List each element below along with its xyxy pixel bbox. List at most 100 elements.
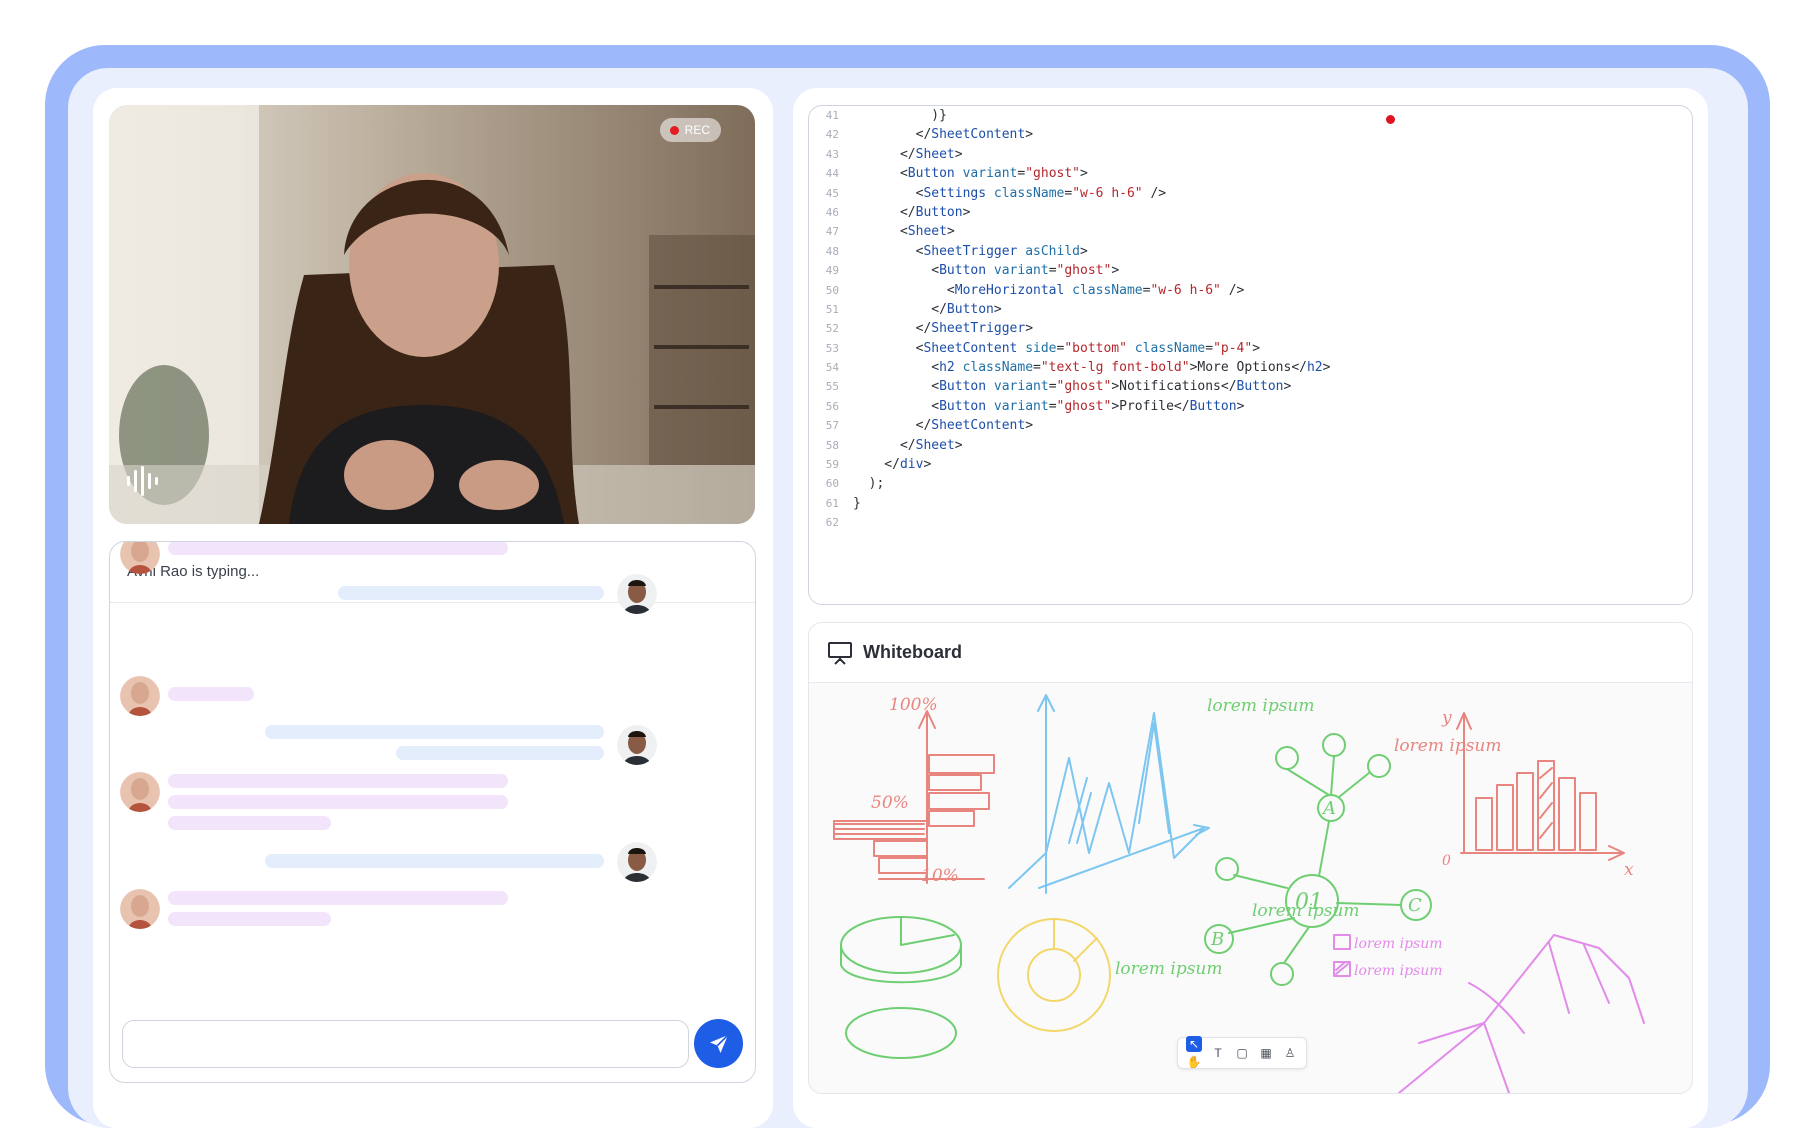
code-token: > <box>1025 127 1034 143</box>
code-token: variant <box>954 166 1018 182</box>
code-token: </ <box>853 146 916 162</box>
code-token: > <box>923 457 932 473</box>
code-line: 56 <Button variant="ghost">Profile</Butt… <box>809 397 1330 416</box>
table-tool-icon[interactable]: ▦ <box>1258 1045 1274 1061</box>
line-number: 45 <box>825 186 839 200</box>
code-token: > <box>1025 418 1034 434</box>
select-tool-group: ↖ ✋ <box>1186 1036 1202 1070</box>
code-line: 41 )} <box>809 106 1330 125</box>
recording-badge: REC <box>659 118 721 142</box>
legend-item-1: lorem ipsum <box>1354 936 1443 952</box>
code-editor[interactable]: 41 )} 42 </SheetContent> 43 </Sheet> 44 <Bu… <box>808 105 1693 605</box>
code-token: SheetContent <box>931 418 1026 434</box>
line-number: 62 <box>825 516 839 530</box>
code-token: variant <box>986 398 1049 414</box>
code-token: >Profile</ <box>1111 398 1190 414</box>
text-tool-icon[interactable]: T <box>1210 1045 1226 1061</box>
code-token: > <box>962 204 971 220</box>
code-token: className <box>1064 282 1143 298</box>
code-token: "ghost" <box>1056 398 1112 414</box>
code-token: < <box>853 360 940 376</box>
code-token: /> <box>1142 185 1167 201</box>
code-token: >Notifications</ <box>1111 379 1237 395</box>
message-bubble-placeholder <box>168 542 508 555</box>
code-token: SheetContent <box>923 340 1018 356</box>
code-token: > <box>954 437 963 453</box>
code-line: 59 </div> <box>809 455 1330 474</box>
whiteboard-header: Whiteboard <box>809 623 1692 683</box>
code-token: < <box>853 398 940 414</box>
code-token: = <box>1064 185 1073 201</box>
avatar-female <box>120 676 160 716</box>
send-button[interactable] <box>694 1019 743 1068</box>
cursor-indicator-dot <box>1386 115 1395 124</box>
code-token: "w-6 h-6" <box>1150 282 1221 298</box>
message-input[interactable] <box>122 1020 689 1068</box>
audio-wave-icon[interactable] <box>127 466 158 496</box>
message-bubble-placeholder <box>168 912 331 926</box>
code-token: "ghost" <box>1056 379 1112 395</box>
code-token: > <box>993 301 1002 317</box>
message-bubble-placeholder <box>338 586 604 600</box>
code-token: } <box>853 495 861 511</box>
code-token: < <box>853 282 955 298</box>
line-number: 54 <box>825 361 839 375</box>
code-token: = <box>1048 379 1057 395</box>
whiteboard-canvas[interactable]: 100% 50% 10% lorem ipsum lorem ipsum lor… <box>809 683 1692 1093</box>
hand-tool-icon[interactable]: ✋ <box>1186 1054 1202 1070</box>
code-token: < <box>853 263 940 279</box>
code-token: "ghost" <box>1025 166 1081 182</box>
line-number: 60 <box>825 477 839 491</box>
code-token: Button <box>939 379 987 395</box>
code-line: 48 <SheetTrigger asChild> <box>809 242 1330 261</box>
whiteboard-panel: Whiteboard 100% 50% 10% lorem ipsum lore… <box>808 622 1693 1094</box>
code-token: MoreHorizontal <box>954 282 1065 298</box>
line-number: 43 <box>825 147 839 161</box>
code-token: /> <box>1220 282 1245 298</box>
code-token: className <box>986 185 1065 201</box>
send-icon <box>709 1033 729 1053</box>
code-token: >More Options</ <box>1189 360 1307 376</box>
label-100-percent: 100% <box>889 695 938 715</box>
code-token: </ <box>853 437 916 453</box>
video-feed[interactable]: REC <box>109 105 755 524</box>
code-token: Sheet <box>915 146 955 162</box>
line-number: 49 <box>825 264 839 278</box>
axis-origin-label: 0 <box>1442 853 1451 869</box>
code-token: > <box>1236 398 1245 414</box>
code-token: = <box>1205 340 1214 356</box>
code-line: 58 </Sheet> <box>809 436 1330 455</box>
code-line: 49 <Button variant="ghost"> <box>809 261 1330 280</box>
code-token: </ <box>853 457 900 473</box>
message-bubble-placeholder <box>168 795 508 809</box>
code-token: asChild <box>1017 243 1080 259</box>
line-number: 48 <box>825 244 839 258</box>
avatar-male <box>617 574 657 614</box>
code-token: "bottom" <box>1064 340 1127 356</box>
code-token: < <box>853 243 924 259</box>
code-token: = <box>1048 398 1057 414</box>
code-token: SheetTrigger <box>931 321 1026 337</box>
presentation-board-icon <box>828 641 852 665</box>
code-token: Button <box>946 301 994 317</box>
line-number: 57 <box>825 419 839 433</box>
axis-x-label: x <box>1624 860 1634 880</box>
code-token: Button <box>915 204 963 220</box>
code-token: Button <box>1236 379 1284 395</box>
line-number: 52 <box>825 322 839 336</box>
message-bubble-placeholder <box>168 816 331 830</box>
code-line: 52 </SheetTrigger> <box>809 319 1330 338</box>
label-50-percent: 50% <box>871 793 909 813</box>
axis-y-label: y <box>1441 708 1452 728</box>
pointer-tool-icon[interactable]: ↖ <box>1186 1036 1202 1052</box>
message-bubble-placeholder <box>396 746 604 760</box>
avatar-male <box>617 842 657 882</box>
stamp-tool-icon[interactable]: ♙ <box>1282 1045 1298 1061</box>
code-token: Button <box>1189 398 1237 414</box>
code-token: > <box>1111 263 1120 279</box>
message-bubble-placeholder <box>168 687 254 701</box>
note-tool-icon[interactable]: ▢ <box>1234 1045 1250 1061</box>
whiteboard-title: Whiteboard <box>863 642 962 662</box>
line-number: 42 <box>825 128 839 142</box>
line-number: 55 <box>825 380 839 394</box>
